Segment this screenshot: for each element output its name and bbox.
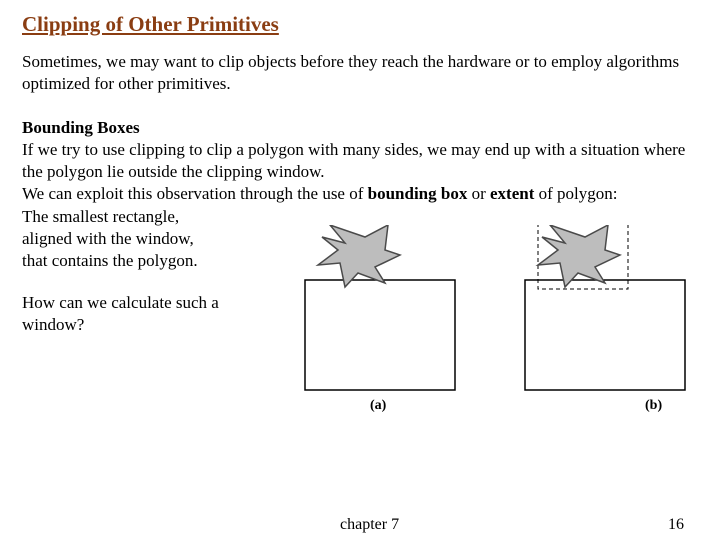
intro-paragraph: Sometimes, we may want to clip objects b… — [22, 51, 698, 95]
p3-line2: aligned with the window, — [22, 228, 252, 250]
question-text: How can we calculate such a window? — [22, 292, 252, 336]
p2-bold-extent: extent — [490, 184, 534, 203]
p2-prefix: We can exploit this observation through … — [22, 184, 368, 203]
slide-title: Clipping of Other Primitives — [22, 12, 698, 37]
footer-chapter: chapter 7 — [340, 516, 399, 534]
p3-line3: that contains the polygon. — [22, 250, 252, 272]
figure-label-a: (a) — [370, 398, 386, 414]
p2-bold-bbox: bounding box — [368, 184, 468, 203]
p2-mid: or — [467, 184, 490, 203]
figure-label-b: (b) — [645, 398, 662, 414]
footer-page-number: 16 — [668, 516, 684, 534]
p3-line1: The smallest rectangle, — [22, 206, 252, 228]
p2-suffix: of polygon: — [534, 184, 617, 203]
paragraph-2: We can exploit this observation through … — [22, 183, 698, 205]
paragraph-1: If we try to use clipping to clip a poly… — [22, 139, 698, 183]
bounding-box-figure — [290, 225, 690, 395]
section-heading: Bounding Boxes — [22, 117, 698, 139]
